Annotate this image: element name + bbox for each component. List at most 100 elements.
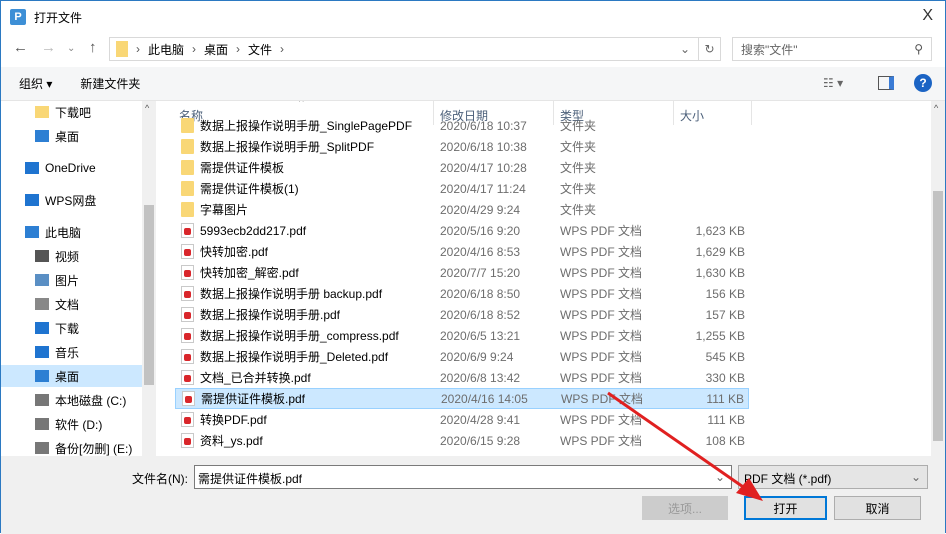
download-icon [35,322,49,334]
address-bar[interactable]: › 此电脑 › 桌面 › 文件 › ⌄ ↻ [109,37,721,61]
pdf-file-icon [181,286,194,301]
file-row[interactable]: 数据上报操作说明手册 backup.pdf 2020/6/18 8:50 WPS P… [175,283,749,304]
file-row[interactable]: 资料_ys.pdf 2020/6/15 9:28 WPS PDF 文档 108 KB [175,430,749,451]
breadcrumb-this-pc[interactable]: 此电脑 [148,41,184,58]
sidebar-item[interactable]: 下载吧 [1,101,142,123]
folder-icon [181,118,194,133]
pdf-file-icon [182,391,195,406]
file-name: 需提供证件模板.pdf [201,392,306,406]
file-name: 资料_ys.pdf [200,434,263,448]
file-date: 2020/4/29 9:24 [440,202,521,217]
file-date: 2020/6/15 9:28 [440,433,521,448]
file-name: 需提供证件模板(1) [200,182,299,196]
refresh-icon[interactable]: ↻ [698,38,720,60]
file-type: WPS PDF 文档 [560,350,643,364]
file-type: 文件夹 [560,161,597,175]
up-icon[interactable]: ↑ [89,39,97,56]
file-row[interactable]: 转换PDF.pdf 2020/4/28 9:41 WPS PDF 文档 111 KB [175,409,749,430]
file-date: 2020/6/18 10:38 [440,139,527,154]
preview-pane-icon[interactable] [878,76,894,90]
filename-value: 需提供证件模板.pdf [198,472,303,486]
file-type-select[interactable]: PDF 文档 (*.pdf) ⌄ [738,465,928,489]
back-icon[interactable]: ← [13,39,28,56]
sidebar-item[interactable]: 本地磁盘 (C:) [1,389,142,411]
file-row[interactable]: 快转加密.pdf 2020/4/16 8:53 WPS PDF 文档 1,629 KB [175,241,749,262]
file-row[interactable]: 文档_已合并转换.pdf 2020/6/8 13:42 WPS PDF 文档 330 … [175,367,749,388]
file-date: 2020/4/16 14:05 [441,391,528,406]
file-row[interactable]: 字幕图片 2020/4/29 9:24 文件夹 [175,199,749,220]
sidebar-item[interactable]: 桌面 [1,365,142,387]
toolbar: 组织 ▾ 新建文件夹 ☷ ▾ ? [1,67,945,101]
address-dropdown-icon[interactable]: ⌄ [680,42,690,56]
file-type: WPS PDF 文档 [561,392,644,406]
sidebar-item[interactable]: 文档 [1,293,142,315]
file-type: WPS PDF 文档 [560,266,643,280]
file-list-scrollbar[interactable]: ^ [931,101,945,456]
drive-icon [35,418,49,430]
sidebar-item[interactable]: 视频 [1,245,142,267]
sidebar-item-label: 桌面 [55,369,80,384]
file-row[interactable]: 数据上报操作说明手册_SplitPDF 2020/6/18 10:38 文件夹 [175,136,749,157]
forward-icon[interactable]: → [41,39,56,56]
file-name: 快转加密_解密.pdf [200,266,299,280]
sidebar-item[interactable]: 桌面 [1,125,142,147]
pdf-file-icon [181,349,194,364]
file-row[interactable]: 数据上报操作说明手册.pdf 2020/6/18 8:52 WPS PDF 文档 15… [175,304,749,325]
sidebar-item[interactable]: 软件 (D:) [1,413,142,435]
video-icon [35,250,49,262]
sidebar-item-label: 下载 [55,321,80,336]
cancel-button[interactable]: 取消 [834,496,921,520]
folder-icon [116,41,128,57]
file-size: 1,623 KB [695,223,745,238]
sidebar-item[interactable]: WPS网盘 [1,189,142,211]
file-size: 111 KB [707,412,745,427]
breadcrumb-desktop[interactable]: 桌面 [204,41,228,58]
file-row[interactable]: 需提供证件模板.pdf 2020/4/16 14:05 WPS PDF 文档 111 … [175,388,749,409]
breadcrumb-files[interactable]: 文件 [248,41,272,58]
file-row[interactable]: 数据上报操作说明手册_Deleted.pdf 2020/6/9 9:24 WPS P… [175,346,749,367]
new-folder-button[interactable]: 新建文件夹 [80,75,140,92]
file-name: 数据上报操作说明手册 backup.pdf [200,287,383,301]
help-icon[interactable]: ? [914,74,932,92]
open-button[interactable]: 打开 [744,496,827,520]
view-options-icon[interactable]: ☷ ▾ [823,76,843,90]
filename-input[interactable]: 需提供证件模板.pdf ⌄ [194,465,732,489]
file-row[interactable]: 需提供证件模板(1) 2020/4/17 11:24 文件夹 [175,178,749,199]
sidebar-item-label: 此电脑 [45,225,82,240]
sidebar-item[interactable]: 下载 [1,317,142,339]
file-row[interactable]: 5993ecb2dd217.pdf 2020/5/16 9:20 WPS PDF 文… [175,220,749,241]
sidebar-item-label: WPS网盘 [45,193,97,208]
sidebar-item[interactable]: OneDrive [1,157,142,179]
file-date: 2020/4/28 9:41 [440,412,521,427]
file-size: 156 KB [705,286,745,301]
document-icon [35,298,49,310]
sidebar-item[interactable]: 此电脑 [1,221,142,243]
sidebar-item[interactable]: 音乐 [1,341,142,363]
file-type: WPS PDF 文档 [560,413,643,427]
file-row[interactable]: 快转加密_解密.pdf 2020/7/7 15:20 WPS PDF 文档 1,630… [175,262,749,283]
file-row[interactable]: 数据上报操作说明手册_SinglePagePDF 2020/6/18 10:37 文… [175,115,749,136]
recent-dropdown-icon[interactable]: ⌄ [67,43,75,54]
file-row[interactable]: 需提供证件模板 2020/4/17 10:28 文件夹 [175,157,749,178]
search-input[interactable]: 搜索"文件" ⚲ [732,37,932,61]
music-icon [35,346,49,358]
file-size: 1,630 KB [695,265,745,280]
options-button[interactable]: 选项... [642,496,728,520]
folder-icon [35,106,49,118]
sidebar-item[interactable]: 备份[勿删] (E:) [1,437,142,456]
close-button[interactable]: X [922,7,933,25]
sidebar-scrollbar[interactable]: ^ [142,101,156,456]
pdf-file-icon [181,412,194,427]
sidebar-item-label: OneDrive [45,161,96,175]
file-type: WPS PDF 文档 [560,245,643,259]
sidebar-item-label: 视频 [55,249,80,264]
file-row[interactable]: 数据上报操作说明手册_compress.pdf 2020/6/5 13:21 WPS… [175,325,749,346]
filename-label: 文件名(N): [132,472,188,486]
cloud-icon [25,162,39,174]
filename-dropdown-icon[interactable]: ⌄ [715,470,725,484]
computer-icon [25,226,39,238]
cloud-icon [25,194,39,206]
sidebar-item[interactable]: 图片 [1,269,142,291]
organize-button[interactable]: 组织 ▾ [19,75,52,92]
file-name: 数据上报操作说明手册_Deleted.pdf [200,350,389,364]
